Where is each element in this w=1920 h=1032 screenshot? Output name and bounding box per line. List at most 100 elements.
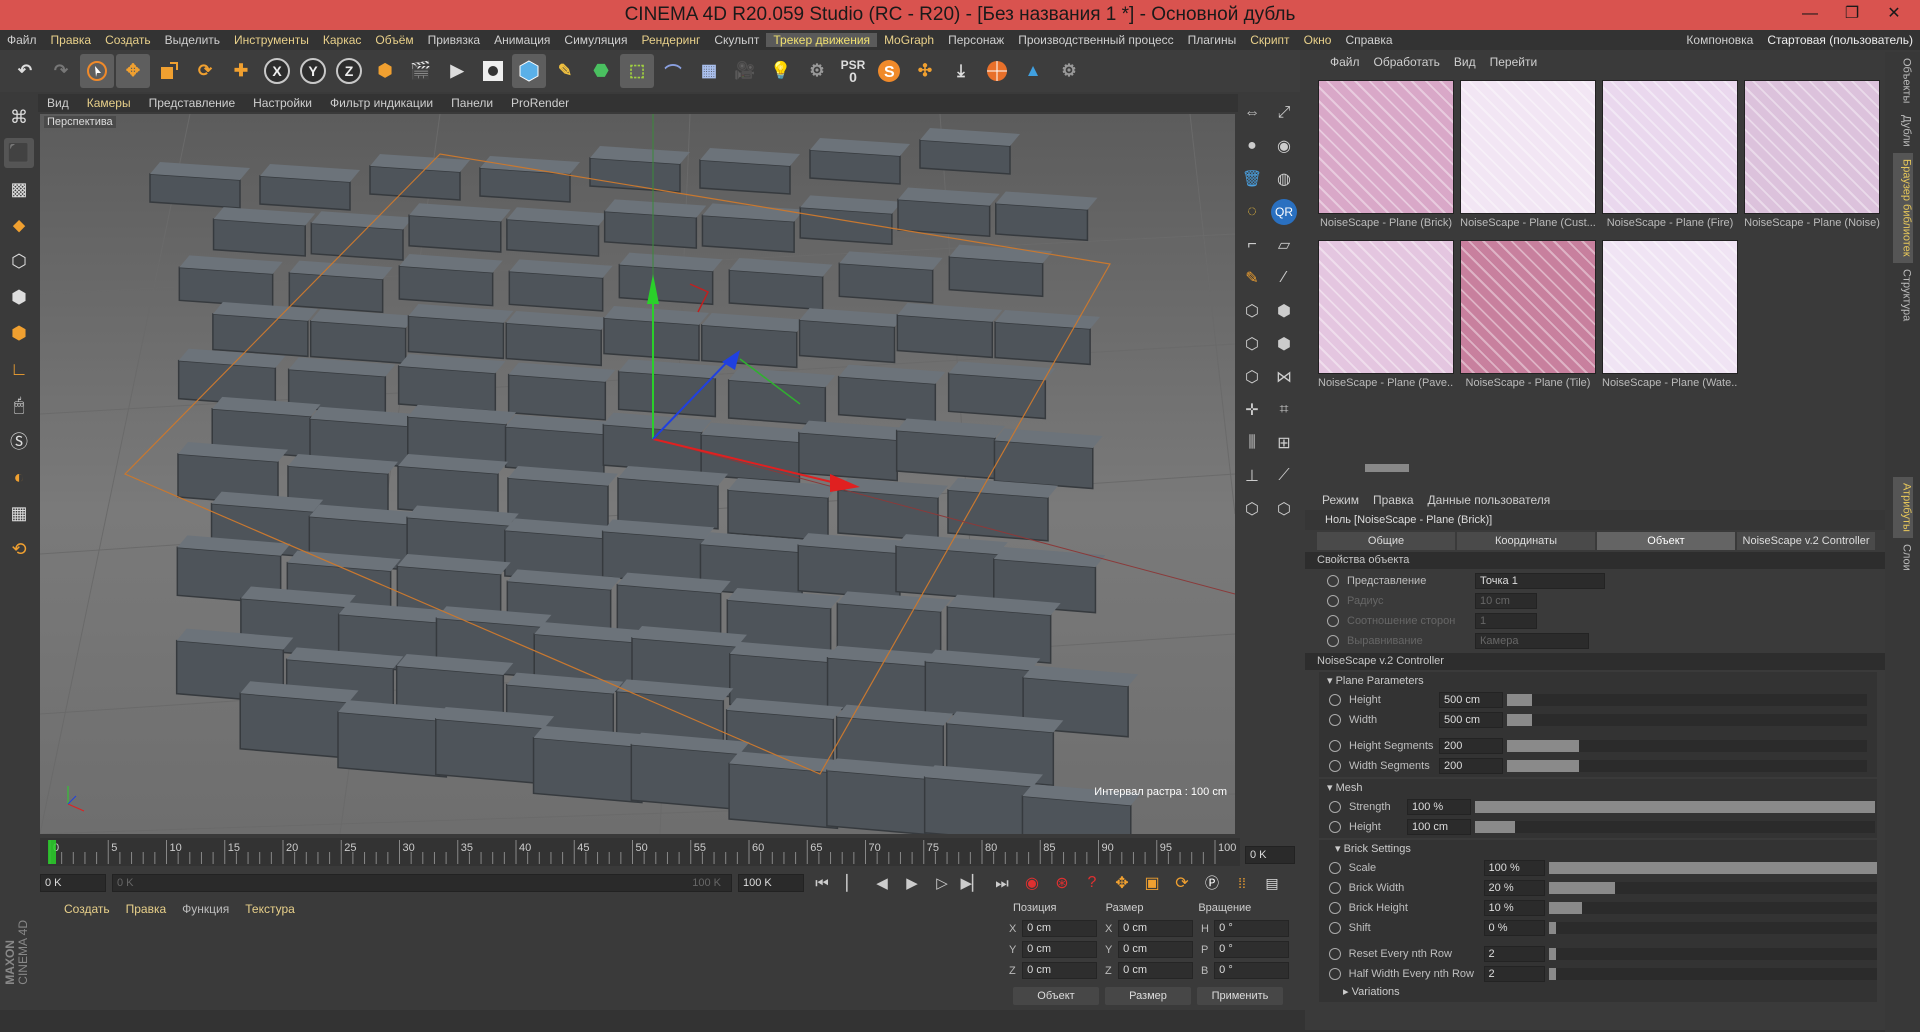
scale-icon[interactable] [152, 54, 186, 88]
browser-menu-process[interactable]: Обработать [1367, 55, 1447, 69]
redo-icon[interactable]: ↷ [44, 54, 78, 88]
tab-object[interactable]: Объект [1597, 532, 1735, 550]
viewport-menu-panel[interactable]: Панели [442, 96, 502, 110]
menu-help[interactable]: Справка [1338, 33, 1399, 47]
animate-toggle-icon[interactable] [1329, 902, 1341, 914]
timeline[interactable]: 0 5 10 15 20 25 30 35 40 45 50 55 60 65 70 75 80 85 90 95 10… [40, 838, 1240, 866]
menu-sculpt[interactable]: Скульпт [707, 33, 766, 47]
key-rotation-icon[interactable]: ⟳ [1170, 873, 1194, 893]
slider-track[interactable] [1507, 694, 1867, 706]
move-view-icon[interactable]: ⇔ [1239, 100, 1265, 126]
material-menu-texture[interactable]: Текстура [239, 902, 301, 916]
snap-icon[interactable]: S [872, 54, 906, 88]
slider-value-field[interactable]: 500 cm [1439, 692, 1503, 708]
menu-volume[interactable]: Объём [368, 33, 420, 47]
library-thumbnail[interactable]: NoiseScape - Plane (Brick) [1318, 80, 1454, 234]
bevel-icon[interactable]: ⬢ [1271, 331, 1297, 357]
library-thumbnail[interactable]: NoiseScape - Plane (Cust... [1460, 80, 1596, 234]
sphere-brush-icon[interactable]: ● [1239, 133, 1265, 159]
trash-icon[interactable]: 🗑 [1239, 166, 1265, 192]
sphere-icon[interactable] [980, 54, 1014, 88]
cone-icon[interactable]: ▲ [1016, 54, 1050, 88]
rotation-b-field[interactable]: 0 ° [1214, 962, 1289, 979]
tab-structure[interactable]: Структура [1893, 263, 1913, 327]
current-frame-field[interactable]: 0 K [1245, 846, 1295, 864]
attr-menu-userdata[interactable]: Данные пользователя [1421, 493, 1558, 507]
animate-toggle-icon[interactable] [1329, 714, 1341, 726]
tab-content-browser[interactable]: Браузер библиотек [1892, 153, 1913, 263]
tab-layers[interactable]: Слои [1893, 538, 1913, 577]
timeline-menu-icon[interactable]: ▤ [1260, 875, 1284, 892]
library-thumbnail[interactable]: NoiseScape - Plane (Fire) [1602, 80, 1738, 234]
thumbnail-size-slider[interactable] [1345, 462, 1465, 472]
camera-icon[interactable]: 🎥 [728, 54, 762, 88]
points-mode-icon[interactable]: ⬡ [4, 246, 34, 276]
attr-menu-edit[interactable]: Правка [1366, 493, 1421, 507]
viewport-menu-display[interactable]: Представление [140, 96, 245, 110]
rotate-icon[interactable]: ⟳ [188, 54, 222, 88]
slider-track[interactable] [1549, 862, 1878, 874]
lock-x-icon[interactable]: X [260, 54, 294, 88]
start-frame-field[interactable]: 0 K [40, 874, 106, 892]
slider-value-field[interactable]: 100 % [1483, 860, 1546, 876]
viewport-menu-options[interactable]: Настройки [244, 96, 321, 110]
attr-menu-mode[interactable]: Режим [1315, 493, 1366, 507]
previous-frame-icon[interactable]: ◀ [870, 874, 894, 892]
edges-mode-icon[interactable]: ⬢ [4, 282, 34, 312]
rotation-h-field[interactable]: 0 ° [1214, 920, 1289, 937]
psr-icon[interactable]: PSR 0 [836, 54, 870, 88]
undo-icon[interactable]: ↶ [8, 54, 42, 88]
layout-select[interactable]: Стартовая (пользователь) [1760, 33, 1920, 47]
frame-range-slider[interactable]: 0 K 100 K [112, 874, 732, 892]
menu-character[interactable]: Персонаж [941, 33, 1011, 47]
workplane-icon[interactable]: ✣ [908, 54, 942, 88]
slider-track[interactable] [1475, 801, 1875, 813]
cube-primitive-icon[interactable] [512, 54, 546, 88]
weld-icon[interactable]: ⌗ [1271, 397, 1297, 423]
subdivision-icon[interactable]: ⬣ [584, 54, 618, 88]
menu-motion-tracker[interactable]: Трекер движения [766, 33, 878, 47]
autokey-icon[interactable]: ⊛ [1050, 873, 1074, 893]
menu-animate[interactable]: Анимация [487, 33, 557, 47]
slider-value-field[interactable]: 100 % [1407, 799, 1471, 815]
slider-track[interactable] [1549, 968, 1878, 980]
3d-viewport[interactable]: Перспектива Интервал растра : 100 cm [40, 114, 1235, 834]
transform-icon[interactable]: ✚ [224, 54, 258, 88]
animate-toggle-icon[interactable] [1327, 615, 1339, 627]
next-frame-icon[interactable]: ▷ [930, 874, 954, 892]
slider-track[interactable] [1507, 714, 1867, 726]
position-z-field[interactable]: 0 cm [1022, 962, 1097, 979]
cube-b-icon[interactable]: ⬡ [1271, 496, 1297, 522]
menu-script[interactable]: Скрипт [1243, 33, 1296, 47]
tab-takes[interactable]: Дубли [1893, 109, 1913, 153]
gear-icon[interactable]: ⚙ [1052, 54, 1086, 88]
globe-icon[interactable]: ◍ [1271, 166, 1297, 192]
group-plane-parameters[interactable]: ▾ Plane Parameters [1319, 673, 1877, 690]
pen-spline-icon[interactable]: ✎ [548, 54, 582, 88]
browser-menu-view[interactable]: Вид [1447, 55, 1483, 69]
viewport-menu-prorender[interactable]: ProRender [502, 96, 578, 110]
rotation-p-field[interactable]: 0 ° [1214, 941, 1289, 958]
size-x-field[interactable]: 0 cm [1118, 920, 1193, 937]
material-menu-create[interactable]: Создать [58, 902, 116, 916]
cube-outline-icon[interactable]: ⬡ [1239, 364, 1265, 390]
slider-track[interactable] [1475, 821, 1875, 833]
group-brick-settings[interactable]: ▾ Brick Settings [1319, 841, 1877, 858]
coord-mode-select[interactable]: Объект [1013, 987, 1099, 1005]
array-icon[interactable]: ⬚ [620, 54, 654, 88]
tab-coordinates[interactable]: Координаты [1457, 532, 1595, 550]
menu-pipeline[interactable]: Производственный процесс [1011, 33, 1180, 47]
slider-value-field[interactable]: 100 cm [1407, 819, 1471, 835]
slider-track[interactable] [1507, 740, 1867, 752]
smooth-brush-icon[interactable]: ◉ [1271, 133, 1297, 159]
render-settings-icon[interactable] [476, 54, 510, 88]
slider-value-field[interactable]: 10 % [1483, 900, 1546, 916]
previous-key-icon[interactable]: ▏ [840, 874, 864, 892]
stairs-icon[interactable]: ⌐ [1239, 232, 1265, 258]
qr-icon[interactable]: QR [1271, 199, 1297, 225]
bridge-icon[interactable]: ⫼ [1239, 430, 1265, 456]
slider-track[interactable] [1549, 922, 1878, 934]
slider-value-field[interactable]: 2 [1483, 946, 1546, 962]
slider-track[interactable] [1549, 882, 1878, 894]
menu-window[interactable]: Окно [1297, 33, 1339, 47]
